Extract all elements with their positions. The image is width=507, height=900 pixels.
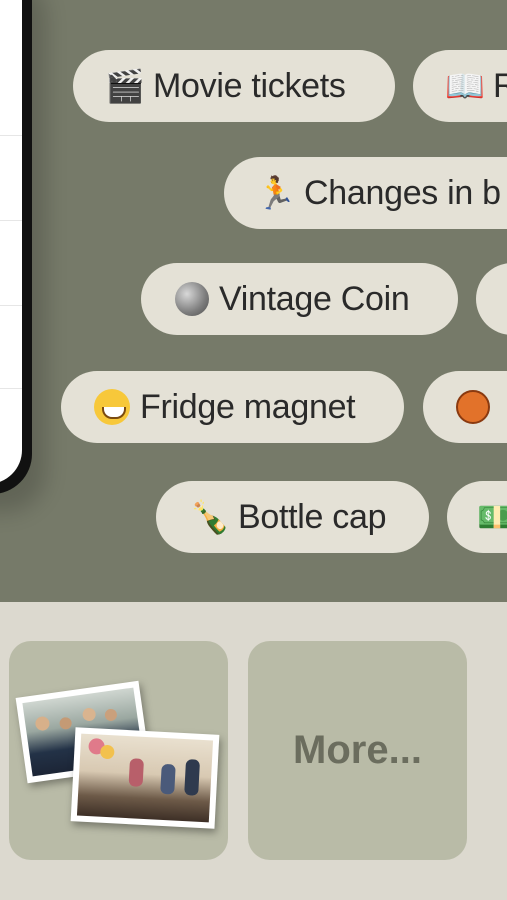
- banknote-icon: 💵: [477, 498, 507, 536]
- chip-label: Movie tickets: [153, 66, 346, 105]
- chip-label: Vintage Coin: [219, 279, 410, 318]
- grinning-face-icon: [94, 389, 130, 425]
- chip-label: R: [493, 66, 507, 105]
- chip-movie-tickets[interactable]: 🎬 Movie tickets: [73, 50, 395, 122]
- chip-fridge-magnet[interactable]: Fridge magnet: [61, 371, 404, 443]
- chip-bottle-cap[interactable]: 🍾 Bottle cap: [156, 481, 429, 553]
- more-label: More...: [293, 728, 422, 772]
- more-card[interactable]: More...: [248, 641, 467, 860]
- chip-basketball[interactable]: [423, 371, 507, 443]
- open-book-icon: 📖: [445, 67, 485, 105]
- chip-reading[interactable]: 📖 R: [413, 50, 507, 122]
- coin-icon: [175, 282, 209, 316]
- chip-label: Fridge magnet: [140, 387, 356, 426]
- chip-label: Bottle cap: [238, 497, 387, 536]
- chip-vintage-coin[interactable]: Vintage Coin: [141, 263, 458, 335]
- clapperboard-icon: 🎬: [105, 67, 145, 105]
- chip-panel: 🎬 Movie tickets 📖 R 🏃 Changes in b Vinta…: [0, 0, 507, 602]
- chip-partial-right[interactable]: [476, 263, 507, 335]
- phone-screen: [0, 0, 22, 484]
- chip-changes[interactable]: 🏃 Changes in b: [224, 157, 507, 229]
- photos-card[interactable]: [9, 641, 228, 860]
- chip-money[interactable]: 💵: [447, 481, 507, 553]
- chip-label: Changes in b: [304, 173, 501, 212]
- basketball-icon: [456, 390, 490, 424]
- party-photo: [70, 727, 220, 829]
- runner-icon: 🏃: [256, 174, 296, 212]
- champagne-bottle-icon: 🍾: [190, 498, 230, 536]
